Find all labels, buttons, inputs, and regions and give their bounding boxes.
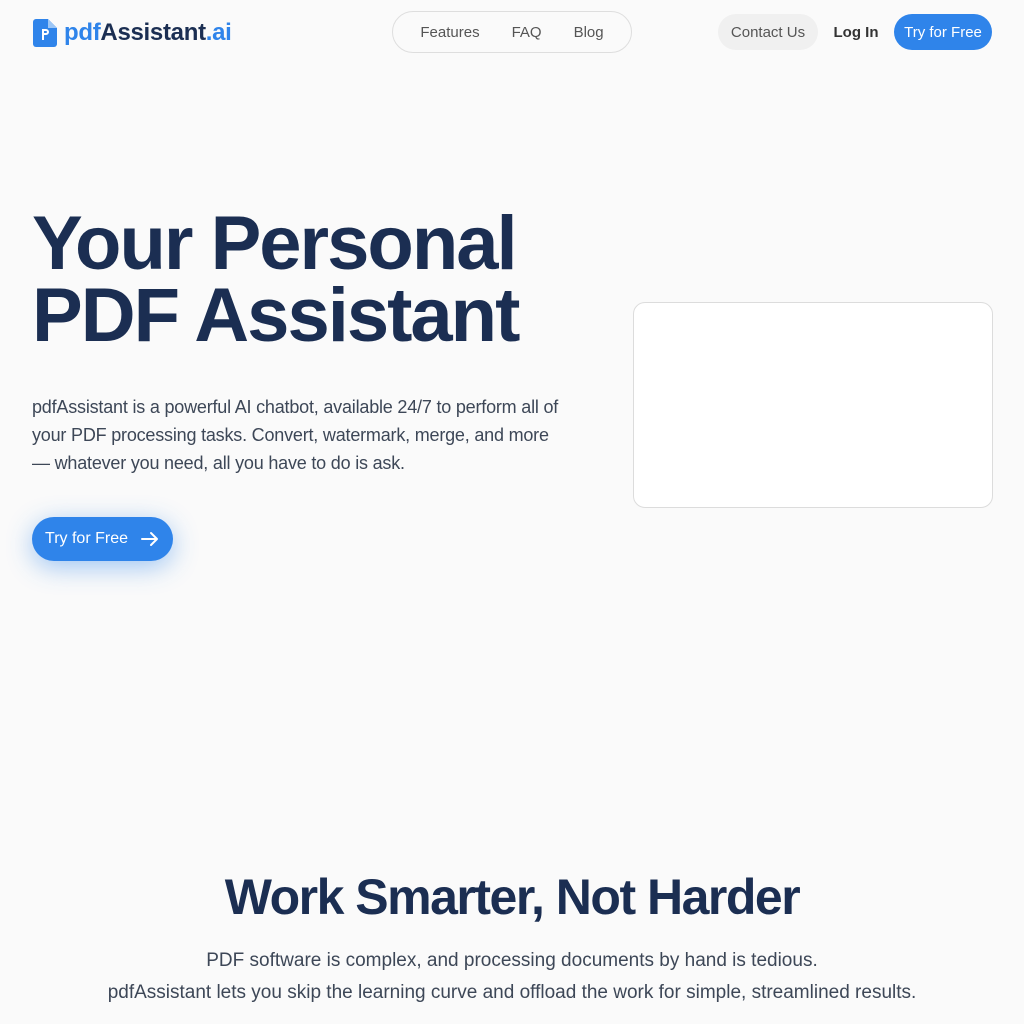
hero-description: pdfAssistant is a powerful AI chatbot, a…: [32, 397, 559, 473]
section-title: Work Smarter, Not Harder: [224, 869, 801, 925]
section-description-line-2: pdfAssistant lets you skip the learning …: [107, 982, 917, 1003]
hero-title: Your Personal PDF Assistant: [32, 201, 592, 358]
brand-name-main: Assistant: [100, 19, 206, 46]
brand-name-ai: .ai: [205, 19, 232, 46]
try-for-free-nav-button[interactable]: Try for Free: [894, 14, 992, 50]
log-in-button[interactable]: Log In: [826, 14, 886, 50]
main-nav: Features FAQ Blog: [392, 11, 632, 53]
brand-logo[interactable]: pdfAssistant.ai: [32, 18, 232, 48]
contact-us-button[interactable]: Contact Us: [718, 14, 818, 50]
nav-link-features[interactable]: Features: [420, 24, 479, 41]
hero-title-line-2: PDF Assistant: [32, 273, 520, 358]
landing-page: pdfAssistant.ai Features FAQ Blog Contac…: [0, 0, 1024, 1024]
brand-name: pdfAssistant.ai: [64, 18, 232, 48]
try-for-free-hero-button[interactable]: Try for Free: [32, 517, 173, 561]
arrow-right-icon: [140, 532, 158, 546]
nav-link-faq[interactable]: FAQ: [512, 24, 542, 41]
nav-link-blog[interactable]: Blog: [574, 24, 604, 41]
section-description: PDF software is complex, and processing …: [0, 945, 1024, 1009]
section-description-line-1: PDF software is complex, and processing …: [206, 950, 818, 971]
pdf-document-icon: [33, 19, 57, 47]
hero-preview-card: [633, 302, 993, 508]
hero-title-line-1: Your Personal: [32, 201, 518, 286]
try-for-free-hero-label: Try for Free: [45, 530, 128, 547]
brand-name-pdf: pdf: [64, 19, 101, 46]
